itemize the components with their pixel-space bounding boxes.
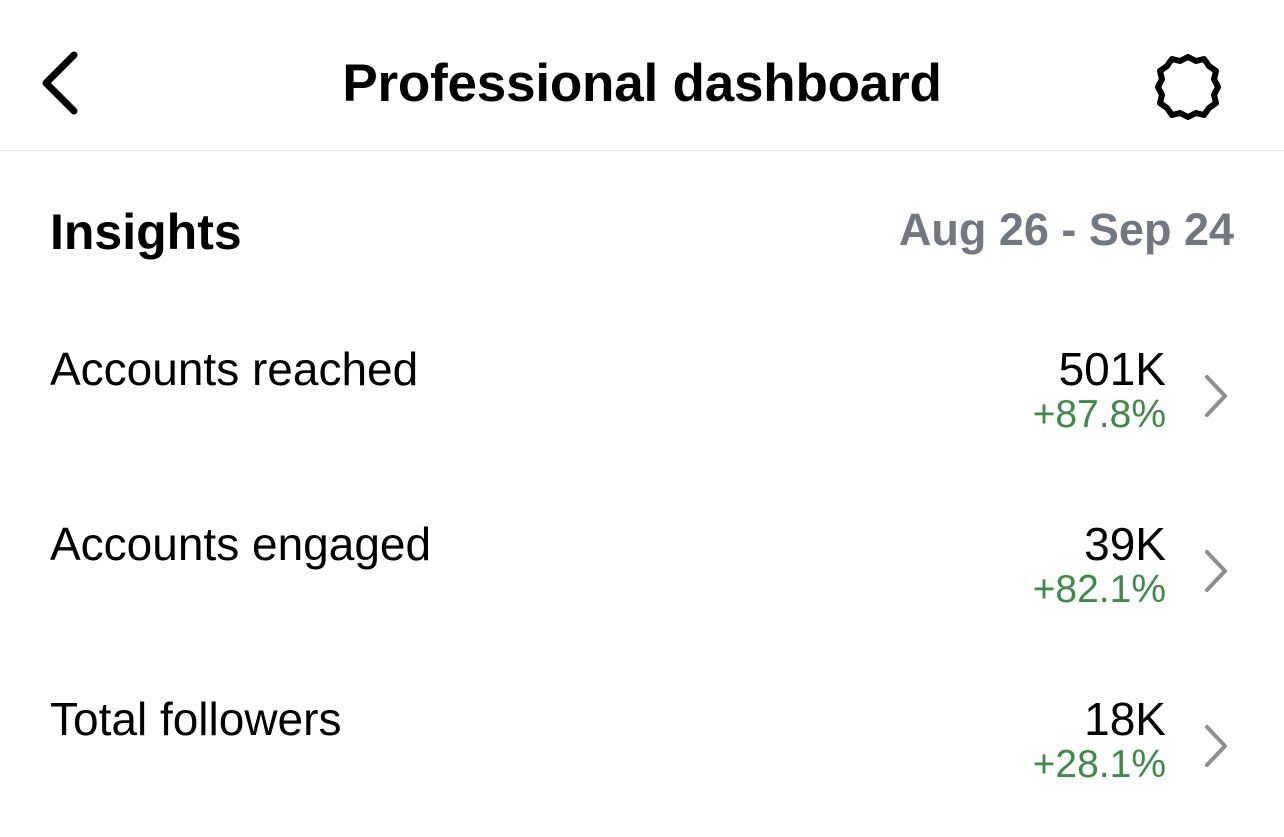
gear-icon (1155, 54, 1221, 120)
page-title: Professional dashboard (342, 54, 942, 113)
date-range[interactable]: Aug 26 - Sep 24 (899, 198, 1234, 262)
chevron-right-icon (1205, 375, 1227, 417)
metric-label: Accounts engaged (50, 518, 432, 570)
settings-button[interactable] (1140, 44, 1236, 130)
metric-change: +82.1% (1032, 568, 1166, 611)
metric-row-total-followers[interactable]: Total followers 18K +28.1% (0, 687, 1284, 837)
header-bar: Professional dashboard (0, 0, 1284, 151)
metric-label: Accounts reached (50, 343, 419, 395)
chevron-right-icon (1205, 725, 1227, 767)
metric-row-accounts-engaged[interactable]: Accounts engaged 39K +82.1% (0, 512, 1284, 662)
metric-row-accounts-reached[interactable]: Accounts reached 501K +87.8% (0, 337, 1284, 487)
insights-heading: Insights (50, 204, 242, 260)
metric-label: Total followers (50, 693, 342, 745)
chevron-right-icon (1205, 550, 1227, 592)
metric-change: +87.8% (1032, 393, 1166, 436)
metric-change: +28.1% (1032, 743, 1166, 786)
